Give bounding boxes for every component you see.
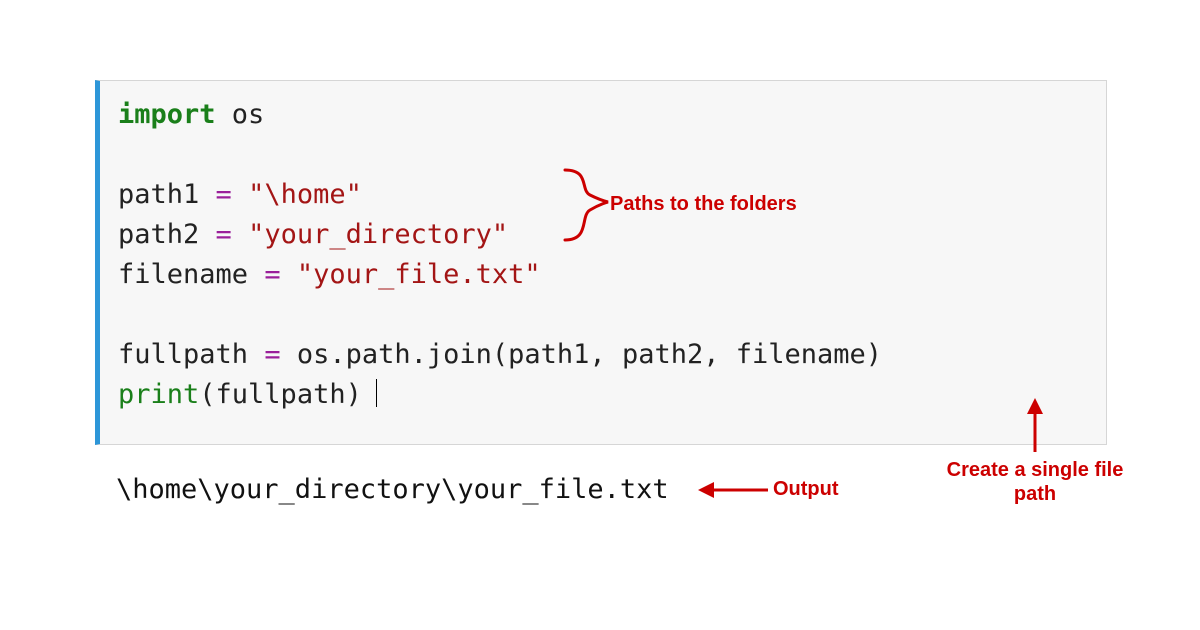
code-line-blank-1 — [118, 135, 1088, 175]
code-line-5: filename = "your_file.txt" — [118, 255, 1088, 295]
code-explainer-figure: import os path1 = "\home" path2 = "your_… — [0, 0, 1200, 630]
code-line-1: import os — [118, 95, 1088, 135]
op-assign-2: = — [216, 219, 232, 250]
code-line-4: path2 = "your_directory" — [118, 215, 1088, 255]
var-path1: path1 — [118, 179, 216, 210]
code-line-blank-2 — [118, 295, 1088, 335]
annot-create-l2: path — [1014, 483, 1056, 505]
op-assign-3: = — [264, 259, 280, 290]
keyword-import: import — [118, 99, 216, 130]
str-home: "\home" — [232, 179, 362, 210]
module-os: os — [216, 99, 265, 130]
code-block: import os path1 = "\home" path2 = "your_… — [95, 80, 1107, 445]
op-assign-4: = — [264, 339, 280, 370]
fn-print: print — [118, 379, 199, 410]
code-line-7: fullpath = os.path.join(path1, path2, fi… — [118, 335, 1088, 375]
var-path2: path2 — [118, 219, 216, 250]
call-ospathjoin: os.path.join(path1, path2, filename) — [281, 339, 882, 370]
var-fullpath: fullpath — [118, 339, 264, 370]
op-assign-1: = — [216, 179, 232, 210]
str-filename: "your_file.txt" — [281, 259, 541, 290]
code-line-3: path1 = "\home" — [118, 175, 1088, 215]
output-text: \home\your_directory\your_file.txt — [116, 470, 669, 510]
text-cursor — [376, 379, 378, 407]
annot-paths-label: Paths to the folders — [610, 192, 797, 216]
arrow-output-head-icon — [698, 482, 714, 498]
var-filename: filename — [118, 259, 264, 290]
annot-create-path-label: Create a single file path — [935, 458, 1135, 506]
annot-output-label: Output — [773, 477, 839, 501]
str-yourdir: "your_directory" — [232, 219, 508, 250]
call-print-args: (fullpath) — [199, 379, 362, 410]
annot-create-l1: Create a single file — [947, 459, 1124, 481]
code-line-8: print(fullpath) — [118, 375, 1088, 415]
